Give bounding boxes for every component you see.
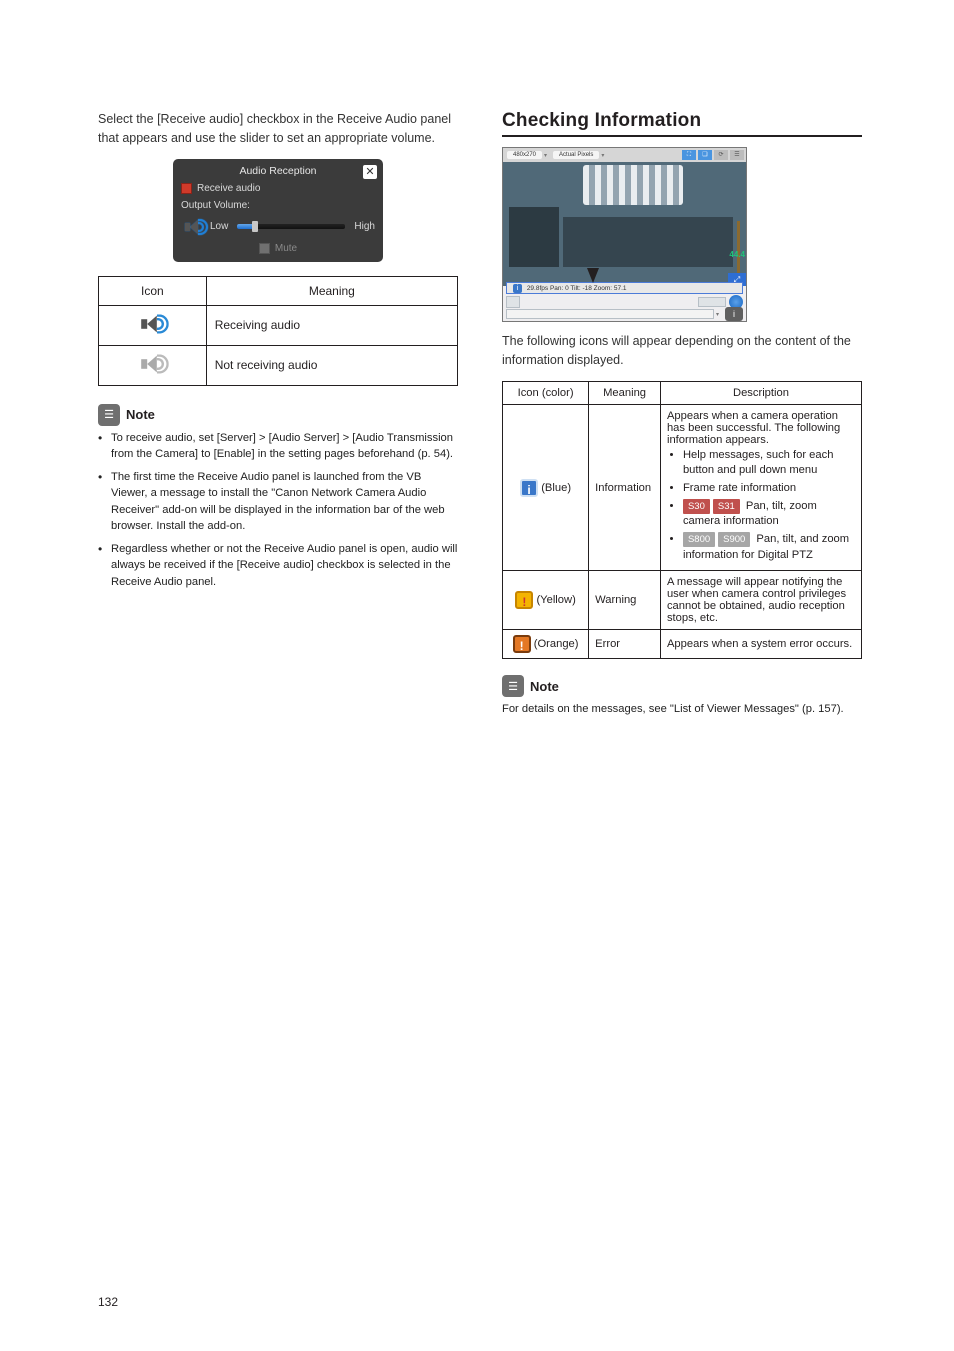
col-icon: Icon	[99, 276, 207, 305]
note-text: For details on the messages, see "List o…	[502, 701, 862, 717]
note-heading: Note	[530, 679, 559, 694]
icon-color-label: (Yellow)	[536, 594, 575, 606]
audio-reception-panel: Audio Reception ✕ Receive audio Output V…	[173, 159, 383, 262]
status-bar: i 29.8fps Pan: 0 Tilt: -18 Zoom: 57.1	[506, 282, 743, 294]
meaning-cell: Receiving audio	[206, 305, 457, 345]
meaning-cell: Not receiving audio	[206, 345, 457, 385]
note-list: To receive audio, set [Server] > [Audio …	[98, 430, 458, 590]
table-row: i (Blue) Information Appears when a came…	[503, 404, 862, 571]
list-item: Frame rate information	[683, 481, 855, 497]
col-meaning: Meaning	[589, 381, 661, 404]
high-label: High	[354, 221, 375, 232]
description-cell: Appears when a camera operation has been…	[660, 404, 861, 571]
snapshot-button[interactable]: ❑	[698, 150, 712, 160]
note-icon: ☰	[98, 404, 120, 426]
section-heading: Checking Information	[502, 110, 862, 137]
low-label: Low	[210, 221, 228, 232]
right-intro: The following icons will appear dependin…	[502, 332, 862, 371]
list-item: S30S31 Pan, tilt, zoom camera informatio…	[683, 499, 855, 530]
panel-title: Audio Reception	[181, 165, 375, 177]
table-row	[99, 345, 207, 385]
note-icon: ☰	[502, 675, 524, 697]
speaker-icon	[183, 217, 205, 237]
viewer-screenshot: 480x270 ▾ Actual Pixels ▾ ⛶ ❑ ⟳ ☰ 44.4 ⤢	[502, 147, 747, 322]
meaning-cell: Warning	[589, 571, 661, 630]
col-meaning: Meaning	[206, 276, 457, 305]
page-number: 132	[98, 1295, 118, 1309]
close-icon[interactable]: ✕	[363, 165, 377, 179]
description-cell: A message will appear notifying the user…	[660, 571, 861, 630]
list-item: To receive audio, set [Server] > [Audio …	[98, 430, 458, 462]
receive-audio-label: Receive audio	[197, 183, 260, 194]
meaning-cell: Error	[589, 630, 661, 659]
table-row	[99, 305, 207, 345]
pointer-arrow-icon	[587, 268, 599, 283]
model-tag: S30	[683, 499, 710, 514]
message-field	[506, 309, 714, 319]
col-iconcolor: Icon (color)	[503, 381, 589, 404]
resolution-chip[interactable]: 480x270	[507, 151, 542, 159]
list-item: Regardless whether or not the Receive Au…	[98, 541, 458, 590]
model-tag: S800	[683, 532, 715, 547]
settings-button[interactable]: ☰	[730, 150, 744, 160]
icon-color-label: (Blue)	[541, 482, 571, 494]
model-tag: S900	[718, 532, 750, 547]
warning-yellow-icon: !	[515, 591, 533, 609]
meaning-cell: Information	[589, 404, 661, 571]
speaker-inactive-icon	[139, 352, 165, 376]
list-item: Help messages, such for each button and …	[683, 448, 855, 479]
fade-value: 44.4	[729, 250, 745, 259]
col-description: Description	[660, 381, 861, 404]
zoom-mode-chip[interactable]: Actual Pixels	[553, 151, 599, 159]
model-tag: S31	[713, 499, 740, 514]
mute-label: Mute	[275, 243, 297, 254]
icon-meaning-table: Icon Meaning Receiving audio Not receivi…	[98, 276, 458, 386]
info-icon[interactable]: i	[725, 307, 743, 321]
list-item: The first time the Receive Audio panel i…	[98, 469, 458, 534]
icon-color-label: (Orange)	[534, 638, 579, 650]
intro-text: Select the [Receive audio] checkbox in t…	[98, 110, 458, 149]
reconnect-button[interactable]: ⟳	[714, 150, 728, 160]
table-row: ! (Orange) Error Appears when a system e…	[503, 630, 862, 659]
info-table: Icon (color) Meaning Description i (Blue…	[502, 381, 862, 660]
toolbar-strip[interactable]	[698, 297, 726, 307]
list-item: S800S900 Pan, tilt, and zoom information…	[683, 532, 855, 563]
table-row: ! (Yellow) Warning A message will appear…	[503, 571, 862, 630]
mute-checkbox[interactable]	[259, 243, 270, 254]
volume-slider[interactable]	[237, 224, 345, 229]
output-volume-label: Output Volume:	[181, 200, 250, 211]
speaker-active-icon	[139, 312, 165, 336]
info-blue-icon: i	[520, 479, 538, 497]
description-cell: Appears when a system error occurs.	[660, 630, 861, 659]
fullscreen-button[interactable]: ⛶	[682, 150, 696, 160]
receive-audio-checkbox[interactable]	[181, 183, 192, 194]
error-orange-icon: !	[513, 635, 531, 653]
note-heading: Note	[126, 407, 155, 422]
